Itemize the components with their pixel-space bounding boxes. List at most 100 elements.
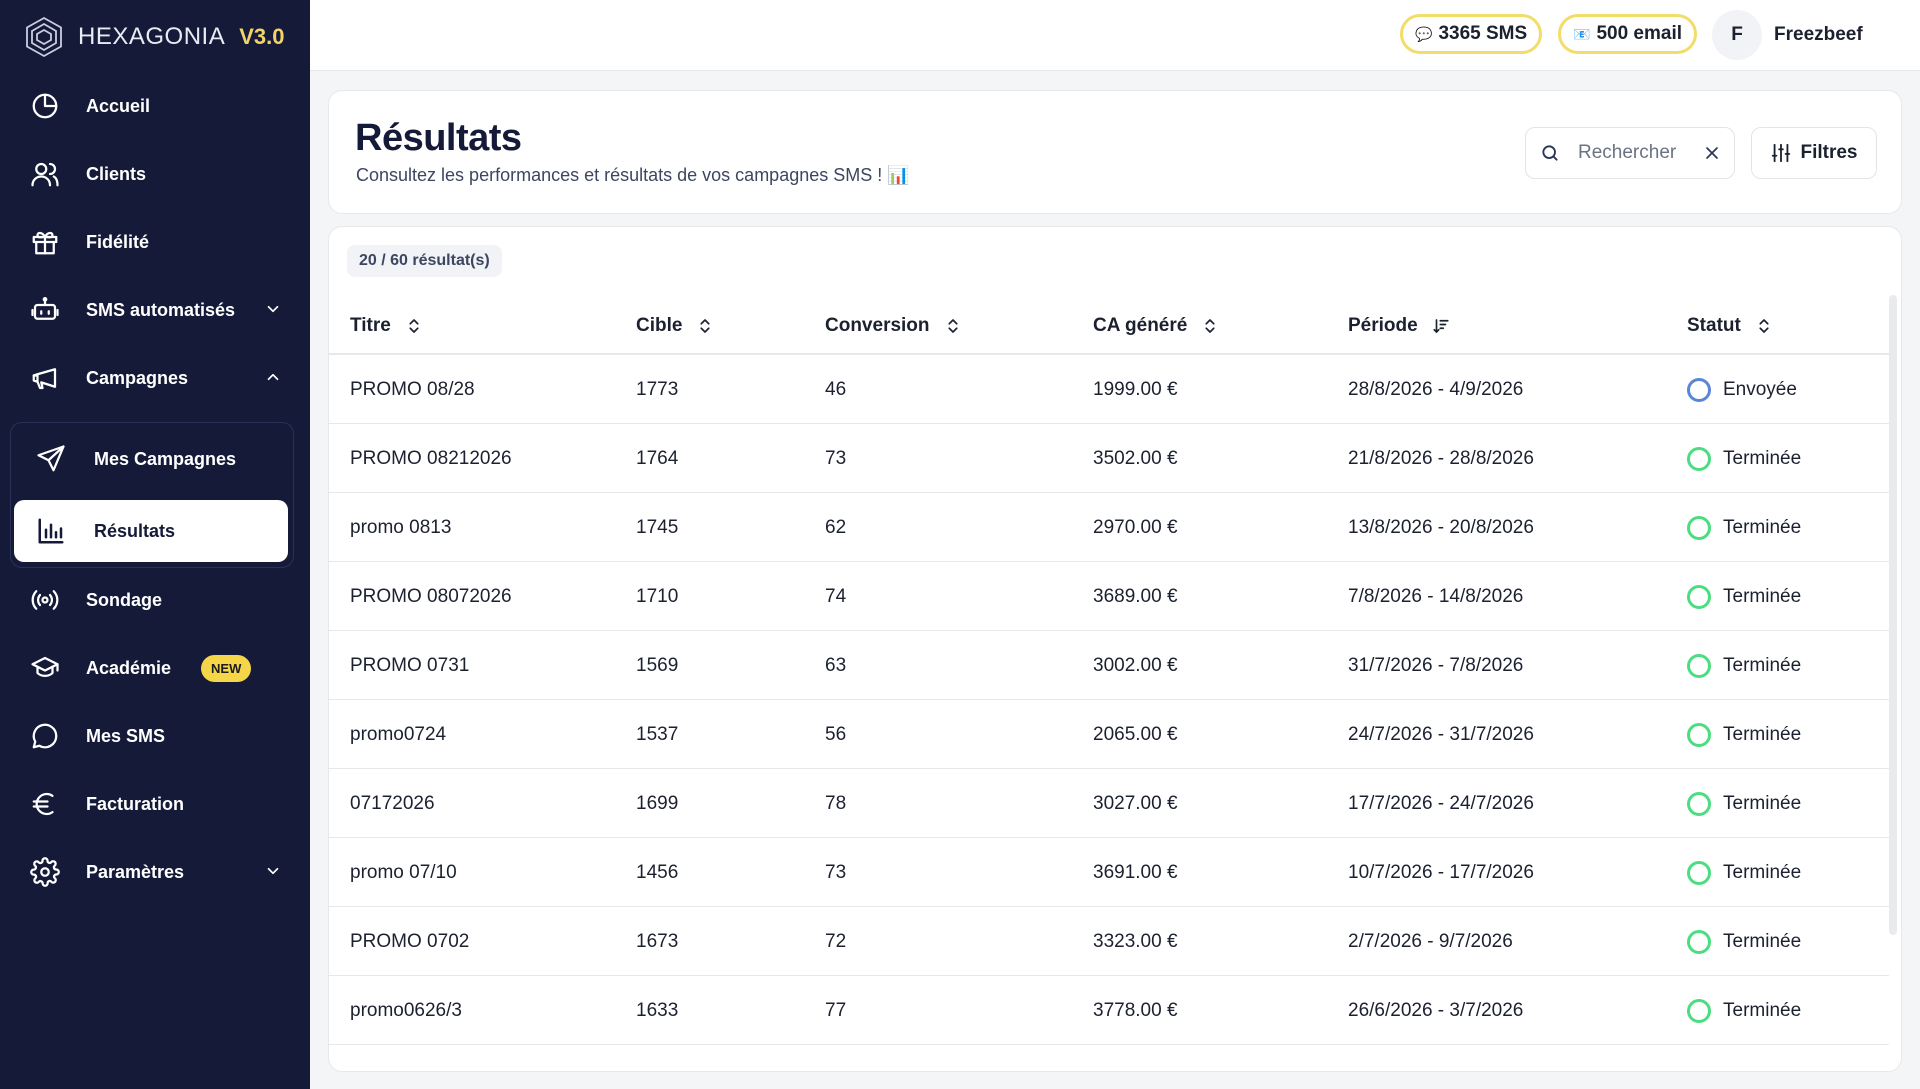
sidebar-item-mes-sms[interactable]: Mes SMS (0, 708, 310, 764)
sidebar-item-label: Fidélité (86, 231, 150, 252)
sidebar-item-clients[interactable]: Clients (0, 146, 310, 202)
status-label: Terminée (1723, 516, 1802, 538)
cell-conversion: 63 (825, 654, 847, 676)
cell-ca-genere: 3689.00 € (1093, 585, 1178, 607)
pie-chart-icon (30, 91, 60, 121)
status-circle-icon (1687, 377, 1711, 402)
sidebar-item-fidelite[interactable]: Fidélité (0, 214, 310, 270)
username[interactable]: Freezbeef (1774, 24, 1863, 46)
cell-titre: promo0724 (350, 723, 447, 745)
column-label: Conversion (825, 315, 930, 336)
cell-conversion: 73 (825, 447, 847, 469)
cell-statut: Terminée (1687, 562, 1801, 631)
cell-statut: Terminée (1687, 769, 1801, 838)
table-row[interactable]: PROMO 08072026 1710 74 3689.00 € 7/8/2026 - … (329, 562, 1889, 631)
cell-ca-genere: 3323.00 € (1093, 930, 1178, 952)
sidebar-item-mes-campagnes[interactable]: Mes Campagnes (14, 428, 288, 490)
cell-ca-genere: 1999.00 € (1093, 378, 1178, 400)
status-circle-icon (1687, 998, 1711, 1023)
cell-titre: PROMO 0702 (350, 930, 470, 952)
column-header-statut[interactable]: Statut (1687, 297, 1773, 355)
column-label: Titre (350, 315, 391, 336)
avatar[interactable]: F (1712, 10, 1762, 60)
sms-credits-value: 3365 SMS (1438, 23, 1528, 44)
sidebar-item-facturation[interactable]: Facturation (0, 776, 310, 832)
sidebar-item-campagnes[interactable]: Campagnes (0, 350, 310, 406)
sidebar-item-resultats[interactable]: Résultats (14, 500, 288, 562)
table-row[interactable]: promo0626/3 1633 77 3778.00 € 26/6/2026 - 3/… (329, 976, 1889, 1045)
status-label: Terminée (1723, 447, 1802, 469)
column-label: Cible (636, 315, 683, 336)
table-row[interactable]: PROMO 08212026 1764 73 3502.00 € 21/8/2026 -… (329, 424, 1889, 493)
column-label: Statut (1687, 315, 1741, 336)
sidebar-item-accueil[interactable]: Accueil (0, 78, 310, 134)
cell-conversion: 56 (825, 723, 847, 745)
sidebar-item-sondage[interactable]: Sondage (0, 572, 310, 628)
chevron-down-icon[interactable] (264, 862, 282, 880)
status-circle-icon (1687, 584, 1711, 609)
cell-cible: 1710 (636, 585, 679, 607)
cell-cible: 1745 (636, 516, 679, 538)
status-circle-icon (1687, 653, 1711, 678)
cell-cible: 1773 (636, 378, 679, 400)
gear-icon (30, 857, 60, 887)
search-input[interactable] (1578, 142, 1708, 164)
sidebar-item-sms-automatises[interactable]: SMS automatisés (0, 282, 310, 338)
cell-ca-genere: 3002.00 € (1093, 654, 1178, 676)
search-box[interactable] (1525, 127, 1735, 179)
status-circle-icon (1687, 929, 1711, 954)
cell-periode: 24/7/2026 - 31/7/2026 (1348, 723, 1534, 745)
euro-icon (30, 789, 60, 819)
status-label: Terminée (1723, 861, 1802, 883)
sidebar-item-label: Sondage (86, 589, 163, 610)
sort-icon (700, 319, 711, 333)
table-row[interactable]: promo 0813 1745 62 2970.00 € 13/8/2026 - 20/… (329, 493, 1889, 562)
status-circle-icon (1687, 515, 1711, 540)
chevron-up-icon[interactable] (264, 368, 282, 386)
email-credits-value: 500 email (1596, 23, 1683, 44)
column-header-cible[interactable]: Cible (636, 297, 714, 355)
sidebar-item-label: Campagnes (86, 367, 189, 388)
column-header-conversion[interactable]: Conversion (825, 297, 962, 355)
cell-periode: 2/7/2026 - 9/7/2026 (1348, 930, 1513, 952)
cell-conversion: 73 (825, 861, 847, 883)
status-circle-icon (1687, 860, 1711, 885)
scrollbar[interactable] (1889, 295, 1897, 935)
cell-cible: 1569 (636, 654, 679, 676)
column-header-periode[interactable]: Période (1348, 297, 1450, 355)
cell-conversion: 74 (825, 585, 847, 607)
filters-button[interactable]: Filtres (1751, 127, 1877, 179)
cell-titre: PROMO 08072026 (350, 585, 512, 607)
table-row[interactable]: PROMO 08/28 1773 46 1999.00 € 28/8/2026 - 4/… (329, 355, 1889, 424)
column-label: Période (1348, 315, 1418, 336)
table-row[interactable]: PROMO 0731 1569 63 3002.00 € 31/7/2026 - 7/8… (329, 631, 1889, 700)
close-icon[interactable] (1702, 143, 1722, 163)
brand[interactable]: HEXAGONIA V3.0 (22, 14, 284, 60)
table-row[interactable]: 07172026 1699 78 3027.00 € 17/7/2026 - 24/7/… (329, 769, 1889, 838)
cell-periode: 31/7/2026 - 7/8/2026 (1348, 654, 1524, 676)
sidebar-item-label: Facturation (86, 793, 185, 814)
column-header-ca-genere[interactable]: CA généré (1093, 297, 1219, 355)
table-row[interactable]: promo0724 1537 56 2065.00 € 24/7/2026 - 31/7… (329, 700, 1889, 769)
email-credits-badge[interactable]: 📧 500 email (1558, 14, 1698, 54)
sidebar-item-label: Résultats (94, 520, 176, 541)
sidebar-item-label: Académie (86, 657, 172, 678)
cell-cible: 1764 (636, 447, 679, 469)
column-header-titre[interactable]: Titre (350, 297, 423, 355)
sidebar-item-parametres[interactable]: Paramètres (0, 844, 310, 900)
sms-credits-badge[interactable]: 💬 3365 SMS (1400, 14, 1543, 54)
cell-titre: PROMO 0731 (350, 654, 470, 676)
cell-periode: 21/8/2026 - 28/8/2026 (1348, 447, 1534, 469)
column-label: CA généré (1093, 315, 1188, 336)
cell-statut: Terminée (1687, 976, 1801, 1045)
cell-ca-genere: 3502.00 € (1093, 447, 1178, 469)
sidebar-item-academie[interactable]: Académie NEW (0, 640, 310, 696)
table-row[interactable]: promo 07/10 1456 73 3691.00 € 10/7/2026 - 17… (329, 838, 1889, 907)
cell-conversion: 46 (825, 378, 847, 400)
cell-statut: Terminée (1687, 907, 1801, 976)
table-row[interactable]: PROMO 0702 1673 72 3323.00 € 2/7/2026 - 9/7/… (329, 907, 1889, 976)
gift-icon (30, 227, 60, 257)
sidebar-item-label: Paramètres (86, 861, 185, 882)
chevron-down-icon[interactable] (264, 300, 282, 318)
cell-cible: 1699 (636, 792, 679, 814)
